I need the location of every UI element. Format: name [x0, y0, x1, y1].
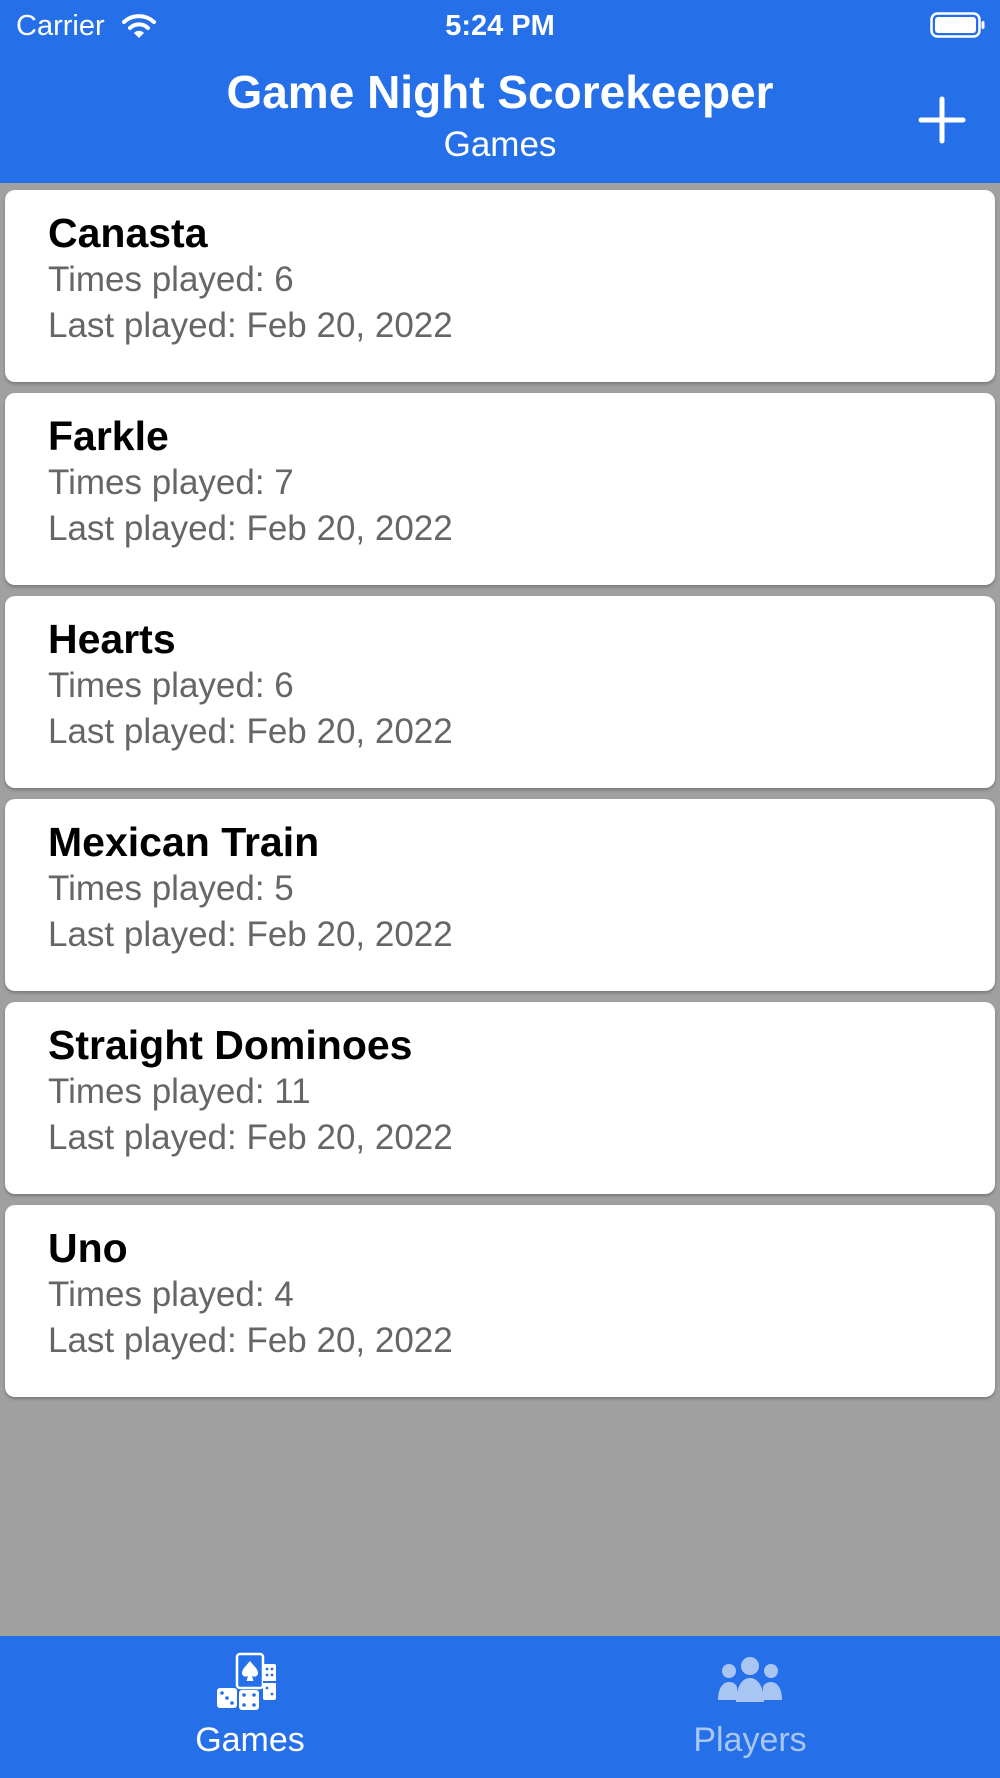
tab-bar: Games Players — [0, 1636, 1000, 1778]
game-name: Uno — [48, 1225, 128, 1271]
game-times-played: Times played: 11 — [48, 1072, 311, 1111]
game-times-played: Times played: 5 — [48, 869, 294, 908]
tab-games-label: Games — [195, 1721, 305, 1759]
game-card-farkle[interactable]: Farkle Times played: 7 Last played: Feb … — [5, 393, 995, 585]
add-game-button[interactable] — [912, 90, 972, 150]
game-last-played: Last played: Feb 20, 2022 — [48, 1321, 453, 1360]
game-name: Mexican Train — [48, 819, 320, 865]
game-name: Straight Dominoes — [48, 1022, 413, 1068]
game-name: Farkle — [48, 413, 169, 459]
game-times-played: Times played: 4 — [48, 1275, 294, 1314]
status-bar: Carrier 5:24 PM — [0, 0, 1000, 50]
page-subtitle: Games — [443, 125, 557, 164]
tab-games[interactable]: Games — [0, 1636, 500, 1778]
game-times-played: Times played: 6 — [48, 260, 294, 299]
game-name: Hearts — [48, 616, 176, 662]
tab-players-label: Players — [693, 1721, 807, 1759]
battery-icon — [930, 12, 985, 38]
people-icon — [718, 1657, 782, 1702]
game-times-played: Times played: 6 — [48, 666, 294, 705]
game-name: Canasta — [48, 210, 208, 256]
game-card-uno[interactable]: Uno Times played: 4 Last played: Feb 20,… — [5, 1205, 995, 1397]
game-card-canasta[interactable]: Canasta Times played: 6 Last played: Feb… — [5, 190, 995, 382]
game-card-hearts[interactable]: Hearts Times played: 6 Last played: Feb … — [5, 596, 995, 788]
game-times-played: Times played: 7 — [48, 463, 294, 502]
plus-icon — [918, 96, 966, 144]
game-last-played: Last played: Feb 20, 2022 — [48, 509, 453, 548]
game-last-played: Last played: Feb 20, 2022 — [48, 915, 453, 954]
game-last-played: Last played: Feb 20, 2022 — [48, 712, 453, 751]
page-title: Game Night Scorekeeper — [226, 66, 774, 118]
game-card-straight-dominoes[interactable]: Straight Dominoes Times played: 11 Last … — [5, 1002, 995, 1194]
status-time: 5:24 PM — [445, 10, 555, 42]
game-card-mexican-train[interactable]: Mexican Train Times played: 5 Last playe… — [5, 799, 995, 991]
tab-players[interactable]: Players — [500, 1636, 1000, 1778]
nav-header: Carrier 5:24 PM Game Night Scorekeeper G… — [0, 0, 1000, 183]
game-last-played: Last played: Feb 20, 2022 — [48, 306, 453, 345]
game-last-played: Last played: Feb 20, 2022 — [48, 1118, 453, 1157]
cards-dice-icon — [217, 1652, 276, 1710]
games-list: Canasta Times played: 6 Last played: Feb… — [5, 190, 995, 1408]
